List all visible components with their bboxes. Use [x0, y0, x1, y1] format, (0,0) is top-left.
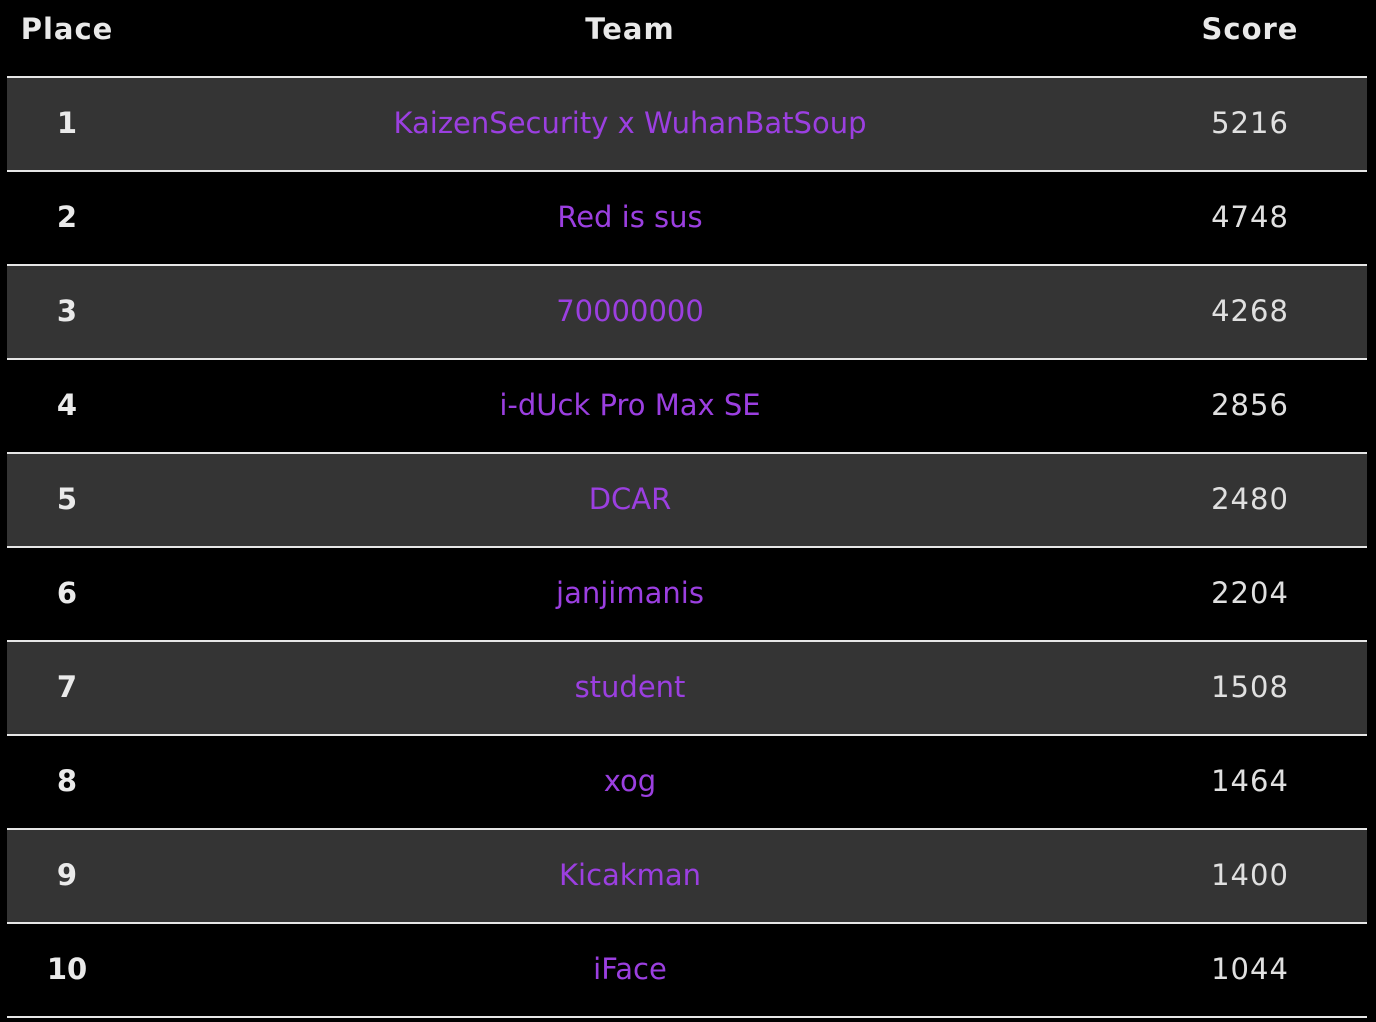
place-cell: 7 [56, 670, 78, 704]
place-cell: 8 [56, 764, 78, 798]
place-cell: 10 [46, 952, 88, 986]
team-link[interactable]: KaizenSecurity x WuhanBatSoup [127, 105, 1133, 141]
table-row: 6 janjimanis 2204 [7, 548, 1367, 642]
score-cell: 1044 [1211, 952, 1289, 986]
table-row: 4 i-dUck Pro Max SE 2856 [7, 360, 1367, 454]
place-cell: 6 [56, 576, 78, 610]
scoreboard-table: Place Team Score 1 KaizenSecurity x Wuha… [7, 0, 1367, 1018]
table-body: 1 KaizenSecurity x WuhanBatSoup 5216 2 R… [7, 78, 1367, 1018]
place-cell: 4 [56, 388, 78, 422]
team-link[interactable]: i-dUck Pro Max SE [127, 387, 1133, 423]
place-cell: 2 [56, 200, 78, 234]
table-header: Place Team Score [7, 0, 1367, 78]
team-link[interactable]: DCAR [127, 481, 1133, 517]
score-cell: 2856 [1211, 388, 1289, 422]
place-cell: 5 [56, 482, 78, 516]
score-cell: 1400 [1211, 858, 1289, 892]
place-cell: 9 [56, 858, 78, 892]
score-cell: 1464 [1211, 764, 1289, 798]
score-cell: 5216 [1211, 106, 1289, 140]
table-row: 5 DCAR 2480 [7, 454, 1367, 548]
column-header-place[interactable]: Place [7, 12, 127, 46]
table-row: 10 iFace 1044 [7, 924, 1367, 1018]
table-row: 2 Red is sus 4748 [7, 172, 1367, 266]
score-cell: 2480 [1211, 482, 1289, 516]
team-link[interactable]: Kicakman [127, 857, 1133, 893]
table-row: 7 student 1508 [7, 642, 1367, 736]
score-cell: 2204 [1211, 576, 1289, 610]
place-cell: 1 [56, 106, 78, 140]
score-cell: 4268 [1211, 294, 1289, 328]
team-link[interactable]: 70000000 [127, 293, 1133, 329]
column-header-score[interactable]: Score [1177, 12, 1323, 46]
table-row: 3 70000000 4268 [7, 266, 1367, 360]
table-row: 9 Kicakman 1400 [7, 830, 1367, 924]
team-link[interactable]: iFace [127, 951, 1133, 987]
place-cell: 3 [56, 294, 78, 328]
team-link[interactable]: janjimanis [127, 575, 1133, 611]
table-row: 1 KaizenSecurity x WuhanBatSoup 5216 [7, 78, 1367, 172]
score-cell: 1508 [1211, 670, 1289, 704]
column-header-team[interactable]: Team [327, 12, 933, 46]
table-row: 8 xog 1464 [7, 736, 1367, 830]
team-link[interactable]: Red is sus [127, 199, 1133, 235]
team-link[interactable]: student [127, 669, 1133, 705]
team-link[interactable]: xog [127, 763, 1133, 799]
score-cell: 4748 [1211, 200, 1289, 234]
